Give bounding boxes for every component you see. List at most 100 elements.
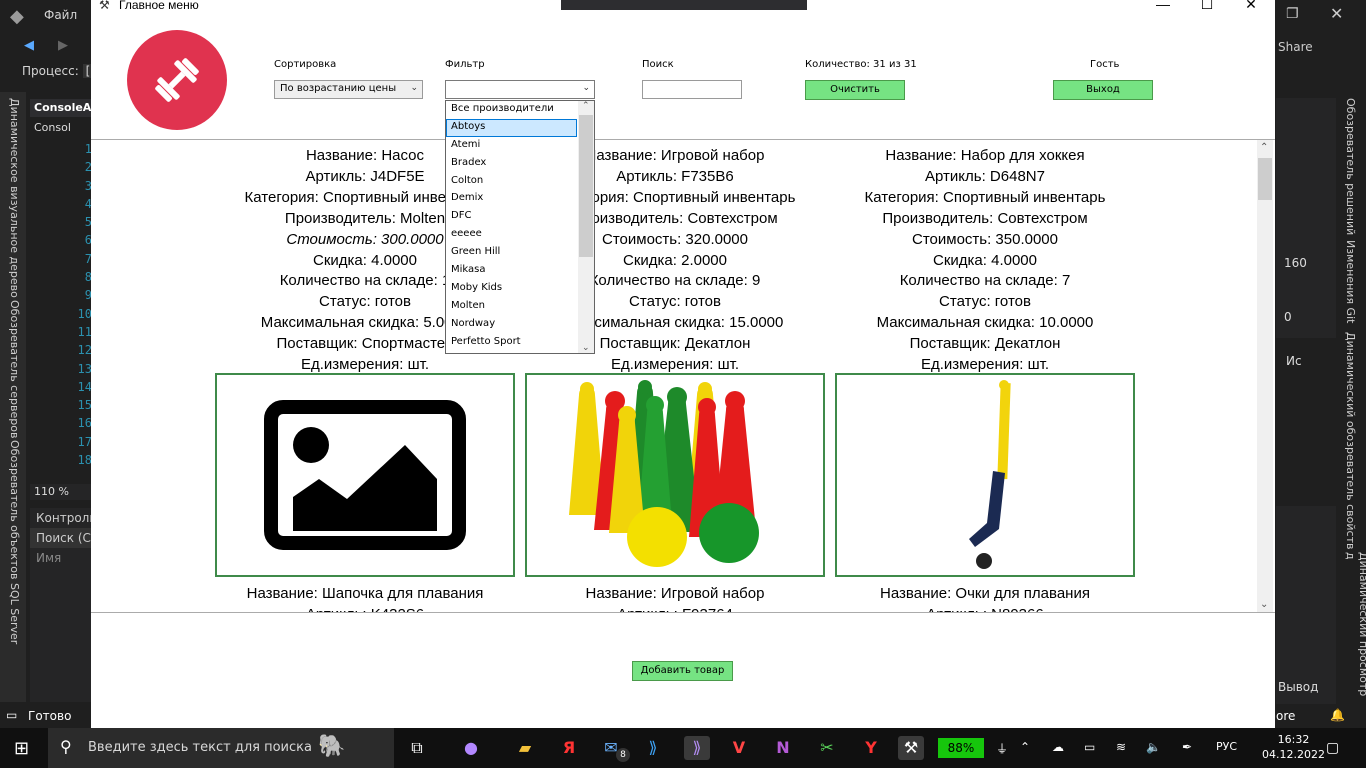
- filter-option[interactable]: Abtoys: [446, 118, 577, 137]
- filter-option[interactable]: Molten: [446, 298, 594, 316]
- visual-studio-taskbar-icon[interactable]: ⟫: [684, 736, 710, 760]
- taskbar-search-placeholder: Введите здесь текст для поиска: [88, 740, 312, 755]
- product-image-bowling: [525, 373, 825, 577]
- alice-icon[interactable]: ●: [458, 736, 484, 760]
- product-card[interactable]: Название: Игровой набор Артикль: F93764: [525, 584, 825, 612]
- list-scrollbar[interactable]: ⌃ ⌄: [1257, 140, 1273, 612]
- exit-button[interactable]: Выход: [1053, 80, 1153, 100]
- filter-label: Фильтр: [445, 59, 485, 70]
- onenote-icon[interactable]: N: [770, 736, 796, 760]
- vscode-icon[interactable]: ⟫: [640, 736, 666, 760]
- product-card[interactable]: Название: Шапочка для плавания Артикль: …: [215, 584, 515, 612]
- task-view-icon[interactable]: ⧉: [404, 736, 430, 760]
- notifications-icon[interactable]: 🔔: [1330, 708, 1345, 722]
- line-number: 3: [84, 178, 92, 193]
- minimize-button[interactable]: —: [1143, 0, 1183, 14]
- right-tab[interactable]: Ис: [1286, 354, 1302, 368]
- line-number: 5: [84, 215, 92, 230]
- clear-button[interactable]: Очистить: [805, 80, 905, 100]
- cloud-icon[interactable]: ☁: [1052, 740, 1064, 754]
- pen-icon[interactable]: ✒: [1182, 740, 1192, 754]
- filter-option[interactable]: Все производители: [446, 101, 594, 119]
- mail-badge: 8: [616, 748, 630, 762]
- product-discount: Скидка: 4.0000: [933, 251, 1037, 269]
- search-input[interactable]: [642, 80, 742, 99]
- share-button[interactable]: Share: [1278, 40, 1313, 54]
- search-highlight-icon: 🐘: [318, 734, 346, 759]
- chevron-down-icon: ⌄: [410, 83, 418, 93]
- filter-option[interactable]: Bradex: [446, 155, 594, 173]
- yandex-browser-icon[interactable]: Y: [858, 736, 884, 760]
- windows-start-icon[interactable]: ⊞: [14, 738, 29, 759]
- filter-option[interactable]: Moby Kids: [446, 280, 594, 298]
- line-number: 13: [77, 361, 92, 376]
- filter-option[interactable]: Atemi: [446, 137, 594, 155]
- window-close-button[interactable]: ✕: [1231, 0, 1271, 14]
- filter-option[interactable]: DFC: [446, 208, 594, 226]
- snip-icon[interactable]: ✂: [814, 736, 840, 760]
- app-window: ⚒ Главное меню — ☐ ✕ Сортировка По возра…: [91, 0, 1275, 728]
- battery-icon[interactable]: ▭: [1084, 740, 1095, 754]
- output-tab[interactable]: Вывод: [1278, 680, 1318, 694]
- filter-option[interactable]: eeeee: [446, 226, 594, 244]
- volume-icon[interactable]: 🔈: [1146, 740, 1161, 754]
- product-category: Категория: Спортивный инвентарь: [864, 188, 1106, 206]
- editor-tab[interactable]: ConsoleAp: [30, 99, 92, 117]
- file-explorer-icon[interactable]: ▰: [512, 736, 538, 760]
- wifi-icon[interactable]: ≋: [1116, 740, 1126, 754]
- right-panel-top: 160 0: [1276, 98, 1336, 338]
- sort-combobox[interactable]: По возрастанию цены ⌄: [274, 80, 423, 99]
- taskbar-search[interactable]: ⚲ Введите здесь текст для поиска 🐘: [48, 728, 394, 768]
- scroll-down-icon[interactable]: ⌄: [582, 343, 590, 353]
- close-icon[interactable]: ✕: [1330, 4, 1343, 23]
- product-manufacturer: Производитель: Совтехстром: [882, 209, 1088, 227]
- server-explorer-tab[interactable]: Обозреватель серверов: [8, 300, 21, 438]
- scroll-up-icon[interactable]: ⌃: [582, 101, 590, 111]
- dumbbell-app-icon[interactable]: ⚒: [898, 736, 924, 760]
- status-more[interactable]: ore: [1276, 709, 1295, 723]
- live-property-explorer-tab[interactable]: Динамический обозреватель свойств: [1344, 332, 1357, 549]
- filter-option[interactable]: Mikasa: [446, 262, 594, 280]
- filter-option[interactable]: Perfetto Sport: [446, 334, 594, 352]
- scroll-up-icon[interactable]: ⌃: [1260, 142, 1268, 153]
- filter-option[interactable]: Nordway: [446, 316, 594, 334]
- product-card[interactable]: Название: Очки для плавания Артикль: N89…: [835, 584, 1135, 612]
- solution-explorer-tab[interactable]: Обозреватель решений: [1344, 98, 1357, 235]
- app-v-icon[interactable]: V: [726, 736, 752, 760]
- scroll-thumb[interactable]: [1258, 158, 1272, 200]
- add-product-button[interactable]: Добавить товар: [632, 661, 733, 681]
- restore-icon[interactable]: ❐: [1286, 6, 1299, 22]
- forward-icon[interactable]: ▶: [58, 38, 68, 53]
- battery-indicator[interactable]: 88%: [938, 738, 984, 758]
- line-number: 12: [77, 343, 92, 358]
- notification-center-icon[interactable]: ▢: [1326, 740, 1339, 756]
- git-changes-tab[interactable]: Изменения Git: [1344, 240, 1357, 323]
- live-preview-tab[interactable]: Динамический просмотр д: [1344, 552, 1366, 704]
- live-visual-tree-tab[interactable]: Динамическое визуальное дерево: [8, 98, 21, 298]
- dropdown-scroll-thumb[interactable]: [579, 115, 593, 257]
- right-tool-strip: Share Обозреватель решений Изменения Git…: [1276, 32, 1366, 706]
- clock-date: 04.12.2022: [1262, 748, 1325, 761]
- clock[interactable]: 16:32 04.12.2022: [1262, 732, 1325, 762]
- editor-subtab[interactable]: Consol: [30, 120, 92, 136]
- back-icon[interactable]: ◀: [24, 38, 34, 53]
- panel-search[interactable]: Поиск (Ct: [30, 528, 92, 548]
- filter-option[interactable]: Green Hill: [446, 244, 594, 262]
- maximize-button[interactable]: ☐: [1187, 0, 1227, 14]
- menu-file[interactable]: Файл: [44, 8, 77, 22]
- scroll-down-icon[interactable]: ⌄: [1260, 599, 1268, 610]
- yandex-icon[interactable]: Я: [556, 736, 582, 760]
- dropdown-scrollbar[interactable]: ⌃ ⌄: [578, 101, 594, 353]
- line-number: 6: [84, 233, 92, 248]
- filter-combobox[interactable]: ⌄: [445, 80, 595, 99]
- chevron-up-icon[interactable]: ⌃: [1020, 740, 1030, 754]
- language-indicator[interactable]: РУС: [1216, 740, 1237, 753]
- zoom-level[interactable]: 110 %: [30, 484, 92, 500]
- product-name: Название: Игровой набор: [585, 585, 765, 602]
- filter-dropdown-list[interactable]: Все производители Abtoys Atemi Bradex Colton…: [445, 100, 595, 354]
- product-list[interactable]: Название: Насос Артикль: J4DF5E Категори…: [91, 139, 1275, 613]
- product-card[interactable]: Название: Набор для хоккея Артикль: D648…: [835, 146, 1135, 376]
- filter-option[interactable]: Colton: [446, 173, 594, 191]
- sql-explorer-tab[interactable]: Обозреватель объектов SQL Server: [8, 440, 21, 644]
- filter-option[interactable]: Demix: [446, 190, 594, 208]
